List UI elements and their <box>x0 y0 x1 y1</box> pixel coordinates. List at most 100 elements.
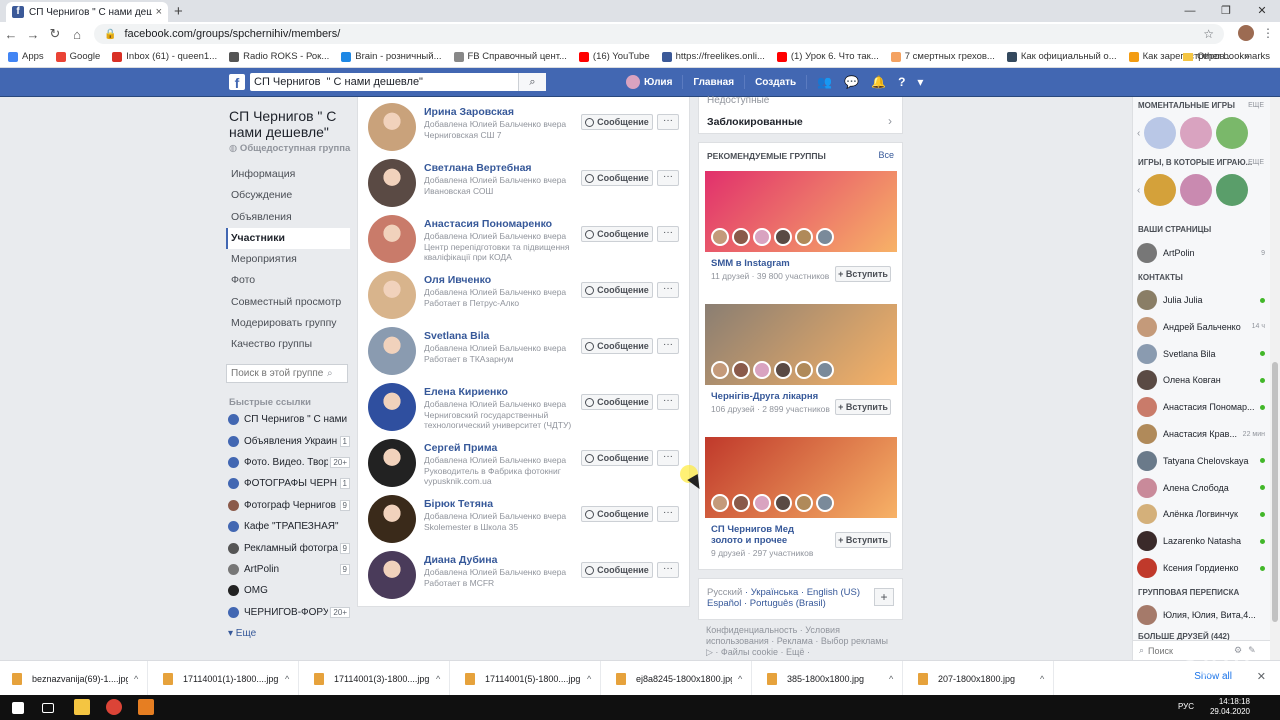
browser-tab[interactable]: f СП Чернигов " С нами дешевле × <box>6 2 168 22</box>
group-cover-image[interactable] <box>705 171 897 252</box>
minimize-button[interactable]: — <box>1172 0 1208 22</box>
bookmark-item[interactable]: 7 смертных грехов... <box>890 51 995 62</box>
group-name[interactable]: СП Чернигов Мед золото и прочее <box>711 524 821 546</box>
group-nav-item[interactable]: Обсуждение <box>226 185 350 206</box>
user-name-link[interactable]: Юлия <box>644 77 672 88</box>
create-link[interactable]: Создать <box>755 77 796 88</box>
member-name[interactable]: Бірюк Тетяна <box>424 498 493 510</box>
quick-link-item[interactable]: ArtPolin 9 <box>228 559 350 580</box>
other-bookmarks[interactable]: Other bookmarks <box>1183 51 1270 62</box>
contact-item[interactable]: Алёнка Логвинчук <box>1137 503 1265 525</box>
home-icon[interactable]: ⌂ <box>66 27 88 42</box>
member-name[interactable]: Оля Ивченко <box>424 274 491 286</box>
member-avatar[interactable] <box>368 215 416 263</box>
profile-avatar[interactable] <box>1238 25 1254 41</box>
member-avatar[interactable] <box>368 103 416 151</box>
quick-link-item[interactable]: Кафе "ТРАПЕЗНАЯ" <box>228 516 350 537</box>
quick-link-item[interactable]: Рекламный фотогра... 9 <box>228 537 350 558</box>
message-button[interactable]: Сообщение <box>581 450 653 466</box>
keyboard-language[interactable]: РУС <box>1178 702 1194 711</box>
group-nav-item[interactable]: Модерировать группу <box>226 313 350 334</box>
group-nav-item[interactable]: Мероприятия <box>226 249 350 270</box>
close-window-button[interactable]: ✕ <box>1244 0 1280 22</box>
quick-link-item[interactable]: СП Чернигов " С нами ... <box>228 409 350 430</box>
messenger-icon[interactable]: 💬 <box>844 75 859 89</box>
download-item[interactable]: beznazvanija(69)-1....jpg ^ <box>0 661 148 696</box>
chevron-up-icon[interactable]: ^ <box>738 674 742 684</box>
windows-start-icon[interactable] <box>12 702 24 714</box>
group-name[interactable]: SMM в Instagram <box>711 258 821 269</box>
games-played-more[interactable]: ЕЩЕ <box>1248 159 1264 166</box>
member-avatar[interactable] <box>368 495 416 543</box>
group-chat-item[interactable]: Юлия, Юлия, Вита,4... <box>1137 604 1265 626</box>
contact-item[interactable]: Олена Ковган <box>1137 369 1265 391</box>
member-name[interactable]: Светлана Вертебная <box>424 162 532 174</box>
chevron-up-icon[interactable]: ^ <box>587 674 591 684</box>
member-name[interactable]: Ирина Заровская <box>424 106 514 118</box>
download-item[interactable]: 17114001(5)-1800....jpg ^ <box>453 661 601 696</box>
group-nav-item[interactable]: Информация <box>226 164 350 185</box>
member-avatar[interactable] <box>368 327 416 375</box>
footer-links[interactable]: Конфиденциальность · Условия использован… <box>706 625 896 658</box>
bookmark-item[interactable]: FB Справочный цент... <box>453 51 567 62</box>
join-group-button[interactable]: + Вступить <box>835 399 891 415</box>
member-name[interactable]: Елена Кириенко <box>424 386 508 398</box>
game-icon[interactable] <box>1144 117 1177 149</box>
facebook-search-input[interactable] <box>250 76 518 88</box>
search-icon[interactable]: ⌕ <box>518 73 546 91</box>
chevron-up-icon[interactable]: ^ <box>436 674 440 684</box>
group-title[interactable]: СП Чернигов " С нами дешевле" <box>229 108 347 140</box>
group-nav-item[interactable]: Совместный просмотр <box>226 292 350 313</box>
bookmark-item[interactable]: (16) YouTube <box>578 51 650 62</box>
group-nav-item[interactable]: Фото <box>226 270 350 291</box>
more-options-button[interactable]: ··· <box>657 114 679 130</box>
instant-games-more[interactable]: ЕЩЕ <box>1248 102 1264 109</box>
help-icon[interactable]: ? <box>898 75 905 89</box>
notifications-icon[interactable]: 🔔 <box>871 75 886 89</box>
add-language-button[interactable]: + <box>874 588 894 606</box>
more-options-button[interactable]: ··· <box>657 226 679 242</box>
message-button[interactable]: Сообщение <box>581 114 653 130</box>
download-item[interactable]: 207-1800x1800.jpg ^ <box>906 661 1054 696</box>
member-avatar[interactable] <box>368 439 416 487</box>
contact-item[interactable]: Tatyana Chelovskaya <box>1137 450 1265 472</box>
chevron-up-icon[interactable]: ^ <box>1040 674 1044 684</box>
menu-icon[interactable]: ⋮ <box>1262 26 1274 40</box>
member-avatar[interactable] <box>368 551 416 599</box>
download-item[interactable]: 385-1800x1800.jpg ^ <box>755 661 903 696</box>
user-avatar[interactable] <box>626 75 640 89</box>
more-options-button[interactable]: ··· <box>657 170 679 186</box>
task-view-icon[interactable] <box>42 703 54 713</box>
bookmark-item[interactable]: Inbox (61) - queen1... <box>112 51 217 62</box>
file-explorer-icon[interactable] <box>74 699 90 715</box>
bookmark-item[interactable]: Radio ROKS - Рок... <box>229 51 329 62</box>
message-button[interactable]: Сообщение <box>581 338 653 354</box>
bookmark-item[interactable]: (1) Урок 6. Что так... <box>776 51 879 62</box>
group-nav-item[interactable]: Объявления <box>226 207 350 228</box>
search-icon[interactable]: ⌕ <box>327 368 333 379</box>
contact-item[interactable]: Анастасия Пономар... <box>1137 396 1265 418</box>
member-name[interactable]: Svetlana Bila <box>424 330 489 342</box>
game-icon[interactable] <box>1180 174 1213 206</box>
chevron-up-icon[interactable]: ^ <box>134 674 138 684</box>
more-options-button[interactable]: ··· <box>657 562 679 578</box>
member-name[interactable]: Анастасия Пономаренко <box>424 218 552 230</box>
home-link[interactable]: Главная <box>693 77 734 88</box>
member-name[interactable]: Сергей Прима <box>424 442 497 454</box>
join-group-button[interactable]: + Вступить <box>835 266 891 282</box>
message-button[interactable]: Сообщение <box>581 170 653 186</box>
contact-item[interactable]: Julia Julia <box>1137 289 1265 311</box>
more-options-button[interactable]: ··· <box>657 450 679 466</box>
contact-item[interactable]: Ксения Гордиенко <box>1137 557 1265 579</box>
chevron-up-icon[interactable]: ^ <box>285 674 289 684</box>
back-icon[interactable]: ← <box>0 27 22 42</box>
chevron-left-icon[interactable]: ‹ <box>1137 128 1140 139</box>
contact-item[interactable]: Lazarenko Natasha <box>1137 530 1265 552</box>
group-nav-item[interactable]: Качество группы <box>226 334 350 355</box>
contact-item[interactable]: Анастасия Крав... 22 мин <box>1137 423 1265 445</box>
member-avatar[interactable] <box>368 271 416 319</box>
tab-close-icon[interactable]: × <box>156 6 162 18</box>
quick-link-item[interactable]: Фото. Видео. Твор... 20+ <box>228 452 350 473</box>
page-scrollbar[interactable] <box>1270 97 1280 660</box>
account-menu-icon[interactable]: ▾ <box>917 75 923 89</box>
